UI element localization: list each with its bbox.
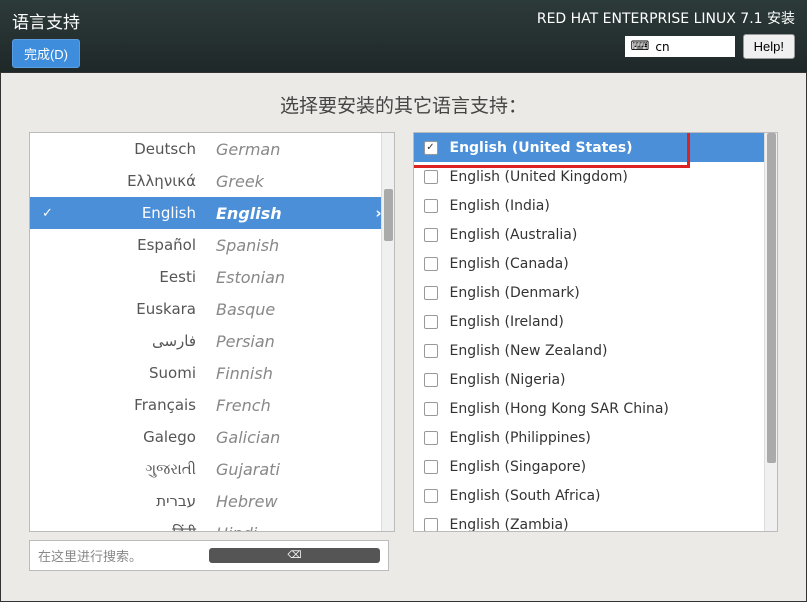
locale-checkbox[interactable]	[424, 315, 438, 329]
locale-row[interactable]: English (South Africa)	[414, 481, 778, 510]
language-english-name: French	[216, 396, 271, 415]
language-row[interactable]: हिंदीHindi	[30, 517, 394, 531]
locale-label: English (United Kingdom)	[450, 169, 628, 185]
help-button[interactable]: Help!	[743, 34, 795, 59]
language-native-name: Deutsch	[66, 140, 216, 158]
locale-label: English (India)	[450, 198, 550, 214]
installer-title: RED HAT ENTERPRISE LINUX 7.1 安装	[537, 8, 795, 28]
locale-checkbox[interactable]	[424, 228, 438, 242]
language-english-name: Persian	[216, 332, 275, 351]
language-native-name: Ελληνικά	[66, 172, 216, 190]
locale-row[interactable]: English (Ireland)	[414, 307, 778, 336]
locale-scrollbar[interactable]	[764, 133, 777, 531]
language-row[interactable]: ΕλληνικάGreek	[30, 165, 394, 197]
locale-label: English (New Zealand)	[450, 343, 608, 359]
language-native-name: فارسی	[66, 332, 216, 350]
language-native-name: עברית	[66, 492, 216, 510]
language-row[interactable]: DeutschGerman	[30, 133, 394, 165]
language-native-name: Français	[66, 396, 216, 414]
language-native-name: हिंदी	[66, 523, 216, 531]
locale-label: English (Nigeria)	[450, 372, 566, 388]
locale-row[interactable]: English (India)	[414, 191, 778, 220]
locale-row[interactable]: ✓ English (United States)	[414, 133, 778, 162]
language-list-panel: DeutschGermanΕλληνικάGreek✓EnglishEnglis…	[29, 132, 395, 532]
locale-checkbox[interactable]	[424, 460, 438, 474]
locale-checkbox[interactable]	[424, 170, 438, 184]
main-content: 选择要安装的其它语言支持： DeutschGermanΕλληνικάGreek…	[0, 72, 807, 602]
locale-row[interactable]: English (Denmark)	[414, 278, 778, 307]
locale-label: English (Denmark)	[450, 285, 580, 301]
locale-label: English (United States)	[450, 140, 633, 156]
language-native-name: Euskara	[66, 300, 216, 318]
page-header-title: 语言支持	[12, 8, 80, 33]
language-row[interactable]: EuskaraBasque	[30, 293, 394, 325]
locale-row[interactable]: English (Singapore)	[414, 452, 778, 481]
language-row[interactable]: FrançaisFrench	[30, 389, 394, 421]
language-native-name: Español	[66, 236, 216, 254]
language-english-name: Estonian	[216, 268, 285, 287]
language-row[interactable]: EspañolSpanish	[30, 229, 394, 261]
locale-row[interactable]: English (Zambia)	[414, 510, 778, 532]
language-english-name: Hindi	[216, 524, 257, 532]
language-row[interactable]: GalegoGalician	[30, 421, 394, 453]
locale-row[interactable]: English (Nigeria)	[414, 365, 778, 394]
language-native-name: Eesti	[66, 268, 216, 286]
language-english-name: Galician	[216, 428, 280, 447]
done-button[interactable]: 完成(D)	[12, 39, 80, 68]
locale-label: English (South Africa)	[450, 488, 601, 504]
language-row[interactable]: فارسیPersian	[30, 325, 394, 357]
locale-row[interactable]: English (Philippines)	[414, 423, 778, 452]
language-english-name: Greek	[216, 172, 264, 191]
language-english-name: Finnish	[216, 364, 273, 383]
language-english-name: Hebrew	[216, 492, 278, 511]
locale-checkbox[interactable]	[424, 489, 438, 503]
locale-row[interactable]: English (Australia)	[414, 220, 778, 249]
language-native-name: English	[66, 204, 216, 222]
locale-row[interactable]: English (Hong Kong SAR China)	[414, 394, 778, 423]
locale-checkbox[interactable]	[424, 286, 438, 300]
language-english-name: Gujarati	[216, 460, 280, 479]
locale-label: English (Australia)	[450, 227, 578, 243]
language-english-name: German	[216, 140, 280, 159]
locale-label: English (Singapore)	[450, 459, 587, 475]
search-placeholder-text: 在这里进行搜索。	[38, 546, 209, 565]
locale-label: English (Canada)	[450, 256, 569, 272]
header-bar: 语言支持 完成(D) RED HAT ENTERPRISE LINUX 7.1 …	[0, 0, 807, 72]
check-icon: ✓	[42, 206, 53, 221]
language-english-name: Basque	[216, 300, 275, 319]
locale-checkbox[interactable]	[424, 199, 438, 213]
locale-label: English (Ireland)	[450, 314, 564, 330]
language-row[interactable]: עבריתHebrew	[30, 485, 394, 517]
locale-list-panel: ✓ English (United States) English (United …	[413, 132, 779, 532]
clear-search-icon[interactable]: ⌫	[209, 548, 380, 563]
locale-label: English (Zambia)	[450, 517, 569, 533]
locale-checkbox[interactable]: ✓	[424, 141, 438, 155]
language-row[interactable]: ગુજરાતીGujarati	[30, 453, 394, 485]
locale-row[interactable]: English (New Zealand)	[414, 336, 778, 365]
locale-row[interactable]: English (United Kingdom)	[414, 162, 778, 191]
locale-checkbox[interactable]	[424, 373, 438, 387]
locale-checkbox[interactable]	[424, 257, 438, 271]
keyboard-icon: ⌨	[631, 39, 650, 54]
language-english-name: English	[216, 204, 282, 223]
locale-checkbox[interactable]	[424, 402, 438, 416]
language-english-name: Spanish	[216, 236, 279, 255]
keyboard-layout-indicator[interactable]: ⌨ cn	[625, 36, 735, 57]
language-native-name: Galego	[66, 428, 216, 446]
locale-row[interactable]: English (Canada)	[414, 249, 778, 278]
page-title: 选择要安装的其它语言支持：	[29, 91, 778, 118]
locale-label: English (Philippines)	[450, 430, 591, 446]
keyboard-layout-label: cn	[655, 40, 669, 54]
language-native-name: Suomi	[66, 364, 216, 382]
locale-label: English (Hong Kong SAR China)	[450, 401, 669, 417]
search-input[interactable]: 在这里进行搜索。 ⌫	[29, 540, 389, 571]
locale-checkbox[interactable]	[424, 344, 438, 358]
language-row[interactable]: EestiEstonian	[30, 261, 394, 293]
locale-checkbox[interactable]	[424, 518, 438, 532]
locale-checkbox[interactable]	[424, 431, 438, 445]
language-row[interactable]: ✓EnglishEnglish›	[30, 197, 394, 229]
language-scrollbar[interactable]	[381, 133, 394, 531]
language-row[interactable]: SuomiFinnish	[30, 357, 394, 389]
language-native-name: ગુજરાતી	[66, 460, 216, 478]
